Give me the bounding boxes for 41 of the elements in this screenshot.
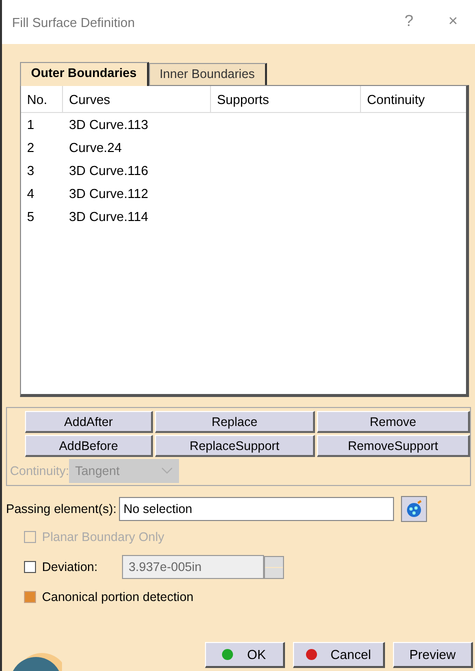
column-header[interactable]: Continuity bbox=[361, 86, 466, 112]
table-cell-text: 3 bbox=[26, 163, 36, 178]
select-button[interactable] bbox=[401, 496, 428, 522]
column-header[interactable]: Supports bbox=[211, 86, 361, 112]
column-header[interactable]: Curves bbox=[63, 86, 211, 112]
continuity-label: Continuity: bbox=[10, 464, 70, 478]
table-cell-text: 3D Curve.113 bbox=[68, 117, 150, 132]
checkbox[interactable] bbox=[24, 561, 36, 573]
deviation-field[interactable]: 3.937e-005in bbox=[122, 555, 264, 579]
table-cell-text: 5 bbox=[26, 209, 36, 224]
help-button[interactable]: ? bbox=[387, 13, 431, 31]
dialog-button[interactable]: OK bbox=[204, 642, 285, 668]
table-cell-text: 2 bbox=[26, 140, 36, 155]
action-button[interactable]: RemoveSupport bbox=[317, 435, 470, 457]
table-cell-text: 1 bbox=[26, 117, 36, 132]
action-button[interactable]: ReplaceSupport bbox=[155, 435, 315, 457]
close-button[interactable]: × bbox=[431, 13, 475, 31]
chevron-down-icon bbox=[161, 467, 174, 475]
passing-label: Passing element(s): bbox=[6, 502, 116, 516]
dialog-button[interactable]: Cancel bbox=[292, 642, 385, 668]
option-label: Deviation: bbox=[42, 560, 98, 574]
column-header[interactable]: No. bbox=[21, 86, 63, 112]
table-cell-text: 3D Curve.112 bbox=[68, 186, 150, 201]
checkbox[interactable] bbox=[24, 591, 36, 603]
spin-buttons[interactable] bbox=[264, 556, 284, 578]
action-button[interactable]: AddBefore bbox=[25, 435, 153, 457]
table-cell-text: 3D Curve.114 bbox=[68, 209, 150, 224]
tab[interactable]: Inner Boundaries bbox=[148, 63, 267, 85]
tab[interactable]: Outer Boundaries bbox=[20, 62, 149, 86]
table-cell-text: Curve.24 bbox=[68, 140, 123, 155]
table-cell-text: 3D Curve.116 bbox=[68, 163, 150, 178]
action-button[interactable]: Replace bbox=[155, 411, 315, 433]
action-button[interactable]: Remove bbox=[317, 411, 470, 433]
window-title: Fill Surface Definition bbox=[12, 14, 136, 30]
dialog-button[interactable]: Preview bbox=[393, 642, 473, 668]
option-label: Canonical portion detection bbox=[42, 590, 194, 604]
action-button[interactable]: AddAfter bbox=[25, 411, 153, 433]
ladybug-icon bbox=[405, 500, 424, 518]
passing-field[interactable]: No selection bbox=[119, 497, 394, 521]
table-cell-text: 4 bbox=[26, 186, 36, 201]
option-label: Planar Boundary Only bbox=[42, 530, 164, 544]
